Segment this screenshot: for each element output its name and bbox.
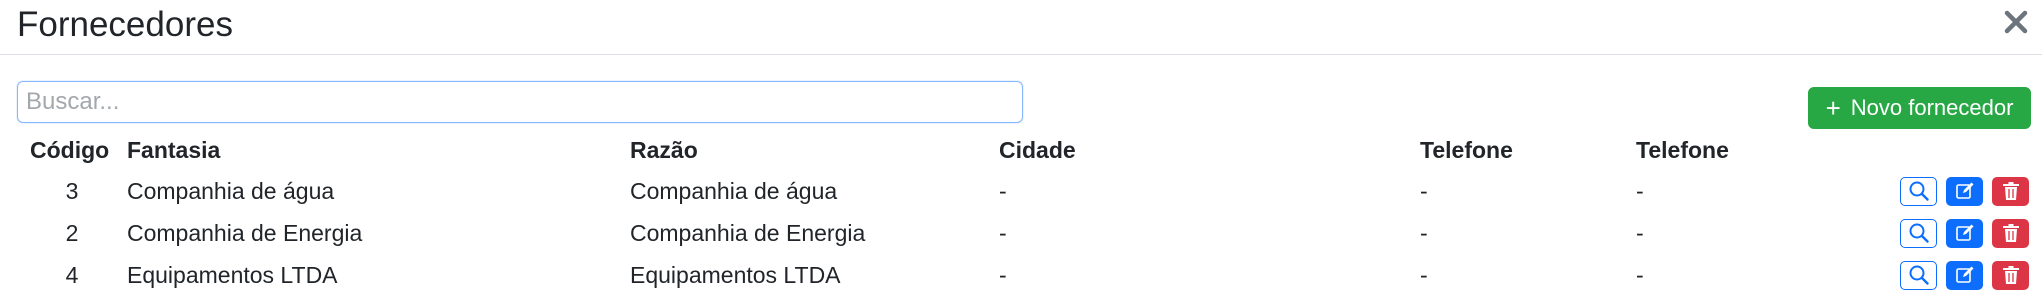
cell-fantasia: Equipamentos LTDA [127,261,338,288]
cell-codigo: 3 [65,177,79,204]
cell-razao: Companhia de água [630,177,838,204]
view-button[interactable] [1900,176,1937,206]
column-header-telefone-1: Telefone [1420,136,1513,163]
magnifier-icon [1908,180,1930,202]
cell-razao: Equipamentos LTDA [630,261,841,288]
pencil-square-icon [1955,265,1975,285]
view-button[interactable] [1900,218,1937,248]
edit-button[interactable] [1946,176,1983,206]
new-supplier-button[interactable]: + Novo fornecedor [1808,87,2031,129]
new-supplier-label: Novo fornecedor [1850,95,2014,120]
trash-icon [2002,223,2020,243]
cell-telefone-1: - [1420,261,1428,288]
cell-fantasia: Companhia de água [127,177,335,204]
column-header-cidade: Cidade [999,136,1076,163]
delete-button[interactable] [1992,260,2029,290]
column-header-telefone-2: Telefone [1636,136,1729,163]
cell-telefone-2: - [1636,177,1644,204]
magnifier-icon [1908,222,1930,244]
view-button[interactable] [1900,260,1937,290]
column-header-razao: Razão [630,136,698,163]
cell-razao: Companhia de Energia [630,219,866,246]
row-actions [1900,254,2029,296]
cell-telefone-2: - [1636,219,1644,246]
magnifier-icon [1908,264,1930,286]
edit-button[interactable] [1946,260,1983,290]
cell-telefone-1: - [1420,219,1428,246]
close-button[interactable] [2000,6,2032,38]
pencil-square-icon [1955,181,1975,201]
cell-telefone-1: - [1420,177,1428,204]
column-header-fantasia: Fantasia [127,136,221,163]
plus-icon: + [1825,93,1841,123]
cell-cidade: - [999,261,1007,288]
cell-telefone-2: - [1636,261,1644,288]
row-actions [1900,170,2029,212]
table-header: Código Fantasia Razão Cidade Telefone Te… [0,130,2042,170]
edit-button[interactable] [1946,218,1983,248]
close-icon [2000,6,2032,38]
trash-icon [2002,181,2020,201]
column-header-codigo: Código [30,136,110,163]
row-actions [1900,212,2029,254]
page-title: Fornecedores [17,5,233,44]
table-row: 3 Companhia de água Companhia de água - … [0,170,2042,212]
delete-button[interactable] [1992,218,2029,248]
pencil-square-icon [1955,223,1975,243]
cell-cidade: - [999,219,1007,246]
cell-codigo: 2 [65,219,79,246]
table-row: 4 Equipamentos LTDA Equipamentos LTDA - … [0,254,2042,296]
cell-cidade: - [999,177,1007,204]
delete-button[interactable] [1992,176,2029,206]
table-row: 2 Companhia de Energia Companhia de Ener… [0,212,2042,254]
search-input[interactable] [17,81,1023,123]
cell-codigo: 4 [65,261,79,288]
modal-header: Fornecedores [0,0,2042,55]
suppliers-table: Código Fantasia Razão Cidade Telefone Te… [0,130,2042,296]
cell-fantasia: Companhia de Energia [127,219,363,246]
trash-icon [2002,265,2020,285]
